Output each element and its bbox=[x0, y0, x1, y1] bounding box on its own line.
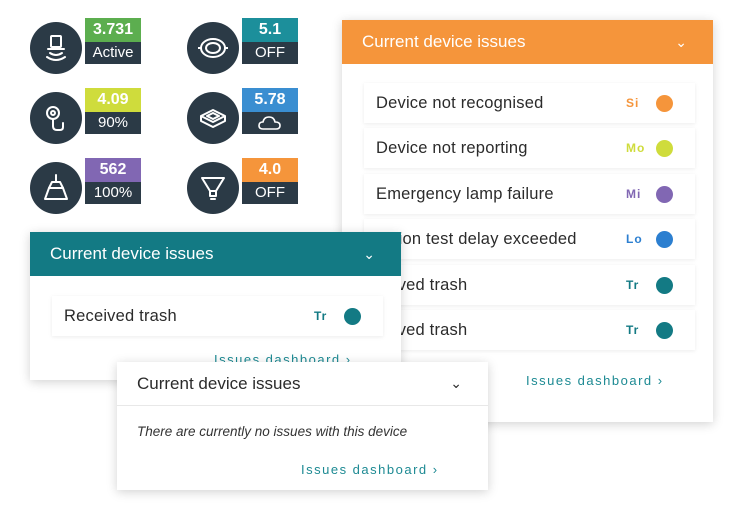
issues-dashboard-link[interactable]: Issues dashboard › bbox=[301, 462, 439, 477]
issue-code: Tr bbox=[626, 323, 640, 337]
tile-value: 4.09 bbox=[85, 88, 141, 112]
tile-status: OFF bbox=[242, 182, 298, 204]
device-tile[interactable]: 4.09 90% bbox=[30, 88, 160, 148]
panel-title: Current device issues bbox=[362, 32, 526, 51]
issue-row[interactable]: nction test delay exceeded Lo bbox=[364, 219, 695, 259]
issue-code: Mi bbox=[626, 187, 642, 201]
issue-row[interactable]: ceived trash Tr bbox=[364, 310, 695, 350]
panel-title: Current device issues bbox=[50, 244, 214, 263]
status-dot bbox=[656, 139, 673, 157]
issues-panel-empty: Current device issues ⌄ There are curren… bbox=[117, 362, 488, 490]
tile-status: Active bbox=[85, 42, 141, 64]
chevron-down-icon[interactable]: ⌄ bbox=[675, 34, 687, 51]
bulkhead-light-icon bbox=[187, 22, 239, 74]
cloud-icon bbox=[258, 116, 281, 130]
spotlight-icon bbox=[187, 162, 239, 214]
issue-code: Tr bbox=[314, 309, 328, 323]
chevron-down-icon[interactable]: ⌄ bbox=[450, 375, 462, 392]
pendant-lamp-icon bbox=[30, 22, 82, 74]
sensor-probe-icon bbox=[30, 92, 82, 144]
chevron-down-icon[interactable]: ⌄ bbox=[363, 246, 375, 263]
panel-header[interactable]: Current device issues ⌄ bbox=[117, 362, 488, 406]
issues-panel-teal: Current device issues ⌄ Received trash T… bbox=[30, 232, 401, 380]
device-tile[interactable]: 4.0 OFF bbox=[187, 158, 317, 218]
issue-row[interactable]: ceived trash Tr bbox=[364, 265, 695, 305]
issue-label: Emergency lamp failure bbox=[376, 184, 554, 203]
device-tile[interactable]: 5.1 OFF bbox=[187, 18, 317, 78]
panel-title: Current device issues bbox=[137, 373, 301, 393]
issue-row[interactable]: Received trash Tr bbox=[52, 296, 383, 336]
device-tile[interactable]: 562 100% bbox=[30, 158, 160, 218]
floodlight-icon bbox=[187, 92, 239, 144]
issue-row[interactable]: Device not reporting Mo bbox=[364, 128, 695, 168]
tile-value: 5.1 bbox=[242, 18, 298, 42]
issue-code: Lo bbox=[626, 232, 643, 246]
status-dot bbox=[656, 230, 673, 248]
issue-label: nction test delay exceeded bbox=[376, 229, 577, 248]
tile-value: 5.78 bbox=[242, 88, 298, 112]
panel-header[interactable]: Current device issues ⌄ bbox=[30, 232, 401, 276]
issue-label: ceived trash bbox=[376, 275, 468, 294]
issue-row[interactable]: Device not recognised Si bbox=[364, 83, 695, 123]
status-dot bbox=[344, 307, 361, 325]
issue-code: Tr bbox=[626, 278, 640, 292]
issue-label: Device not recognised bbox=[376, 93, 544, 112]
issue-label: ceived trash bbox=[376, 320, 468, 339]
device-tile[interactable]: 3.731 Active bbox=[30, 18, 160, 78]
tile-status: OFF bbox=[242, 42, 298, 64]
tile-value: 562 bbox=[85, 158, 141, 182]
tile-value: 4.0 bbox=[242, 158, 298, 182]
tile-status: 90% bbox=[85, 112, 141, 134]
issue-code: Mo bbox=[626, 141, 646, 155]
empty-state-message: There are currently no issues with this … bbox=[137, 424, 408, 439]
tile-status: 100% bbox=[85, 182, 141, 204]
issue-label: Device not reporting bbox=[376, 138, 528, 157]
panel-header[interactable]: Current device issues ⌄ bbox=[342, 20, 713, 64]
issues-dashboard-link[interactable]: Issues dashboard › bbox=[526, 373, 664, 388]
status-dot bbox=[656, 185, 673, 203]
issue-label: Received trash bbox=[64, 306, 177, 325]
status-dot bbox=[656, 321, 673, 339]
ceiling-lamp-icon bbox=[30, 162, 82, 214]
issue-row[interactable]: Emergency lamp failure Mi bbox=[364, 174, 695, 214]
status-dot bbox=[656, 276, 673, 294]
tile-value: 3.731 bbox=[85, 18, 141, 42]
tile-status bbox=[242, 112, 298, 134]
device-tile[interactable]: 5.78 bbox=[187, 88, 317, 148]
issue-code: Si bbox=[626, 96, 640, 110]
status-dot bbox=[656, 94, 673, 112]
